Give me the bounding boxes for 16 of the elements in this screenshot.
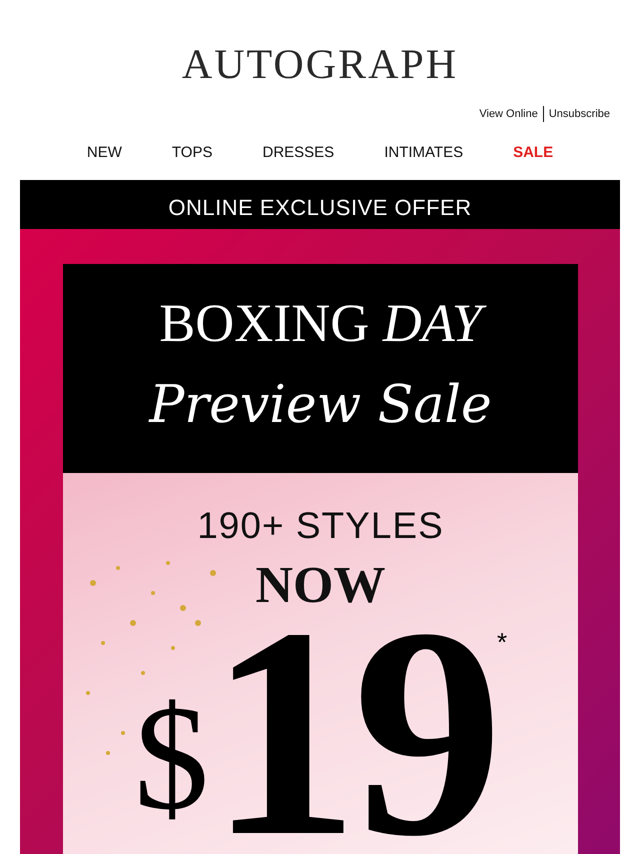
- nav-link[interactable]: TOPS: [172, 144, 212, 161]
- styles-count: 190+ STYLES: [197, 505, 444, 547]
- currency-symbol: $: [134, 693, 209, 823]
- brand-logo: AUTOGRAPH: [180, 41, 460, 90]
- now-label: NOW: [256, 559, 386, 613]
- offer-banner: ONLINE EXCLUSIVE OFFER: [20, 180, 620, 229]
- header-link[interactable]: Unsubscribe: [548, 108, 610, 120]
- sale-price: 19: [208, 627, 497, 837]
- header-link[interactable]: View Online: [479, 108, 538, 120]
- nav-link[interactable]: NEW: [86, 144, 122, 161]
- nav-link[interactable]: INTIMATES: [384, 144, 464, 161]
- nav-link[interactable]: DRESSES: [262, 144, 334, 161]
- nav-link[interactable]: SALE: [513, 144, 554, 161]
- script-headline: Preview Sale: [149, 374, 492, 437]
- headline: BOXING DAY: [149, 290, 492, 356]
- footnote-mark: *: [496, 629, 508, 655]
